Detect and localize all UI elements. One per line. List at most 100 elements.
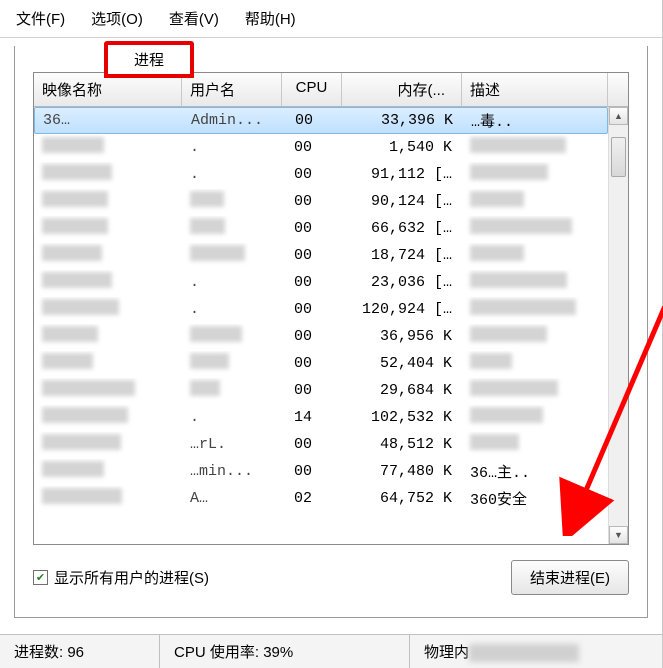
cell-mem: 33,396 K: [343, 110, 463, 131]
table-row[interactable]: .001,540 K: [34, 134, 608, 161]
table-row[interactable]: 36…Admin...0033,396 K…毒..: [34, 107, 608, 134]
cell-cpu: 00: [282, 434, 342, 455]
scroll-down-icon[interactable]: ▼: [609, 526, 628, 544]
scroll-thumb[interactable]: [611, 137, 626, 177]
cell-name: [34, 162, 182, 187]
col-header-mem[interactable]: 内存(...: [342, 73, 462, 106]
cell-desc: [462, 297, 608, 322]
checkbox-icon[interactable]: ✔: [33, 570, 48, 585]
cell-user: [182, 378, 282, 403]
cell-desc: [462, 243, 608, 268]
col-header-scroll: [608, 73, 628, 106]
col-header-cpu[interactable]: CPU: [282, 73, 342, 106]
cell-cpu: 00: [282, 353, 342, 374]
cell-cpu: 00: [282, 380, 342, 401]
status-process-count: 进程数: 96: [0, 635, 160, 668]
menu-options[interactable]: 选项(O): [87, 6, 147, 31]
table-row[interactable]: A…0264,752 K360安全: [34, 485, 608, 512]
cell-name: [34, 405, 182, 430]
process-table: 映像名称 用户名 CPU 内存(... 描述 36…Admin...0033,3…: [33, 72, 629, 545]
cell-user: .: [182, 137, 282, 158]
cell-mem: 120,924 […: [342, 299, 462, 320]
cell-desc: [462, 270, 608, 295]
table-row[interactable]: 0066,632 […: [34, 215, 608, 242]
status-bar: 进程数: 96 CPU 使用率: 39% 物理内: [0, 634, 662, 668]
table-row[interactable]: 0036,956 K: [34, 323, 608, 350]
cell-mem: 23,036 […: [342, 272, 462, 293]
cell-desc: [462, 378, 608, 403]
cell-mem: 102,532 K: [342, 407, 462, 428]
status-cpu-usage: CPU 使用率: 39%: [160, 635, 410, 668]
table-row[interactable]: 0018,724 […: [34, 242, 608, 269]
table-body: 36…Admin...0033,396 K…毒...001,540 K.0091…: [34, 107, 608, 544]
cell-desc: …毒..: [463, 108, 607, 133]
table-row[interactable]: 0090,124 […: [34, 188, 608, 215]
cell-user: [182, 324, 282, 349]
table-row[interactable]: 0029,684 K: [34, 377, 608, 404]
cell-name: [34, 243, 182, 268]
cell-cpu: 00: [282, 164, 342, 185]
cell-name: [34, 324, 182, 349]
cell-name: [34, 216, 182, 241]
cell-mem: 77,480 K: [342, 461, 462, 482]
table-row[interactable]: 0052,404 K: [34, 350, 608, 377]
cell-name: [34, 378, 182, 403]
cell-user: [182, 216, 282, 241]
task-manager-window: 文件(F) 选项(O) 查看(V) 帮助(H) 应用程序 进程 服务 性能 联网…: [0, 0, 663, 668]
cell-desc: [462, 405, 608, 430]
cell-cpu: 00: [283, 110, 343, 131]
show-all-users-checkbox[interactable]: ✔ 显示所有用户的进程(S): [33, 567, 209, 588]
cell-mem: 91,112 […: [342, 164, 462, 185]
cell-user: …rL.: [182, 434, 282, 455]
menu-file[interactable]: 文件(F): [12, 6, 69, 31]
cell-cpu: 00: [282, 191, 342, 212]
status-mem-usage: 物理内: [410, 635, 662, 668]
tab-processes[interactable]: 进程: [104, 41, 194, 78]
cell-user: .: [182, 407, 282, 428]
table-row[interactable]: .14102,532 K: [34, 404, 608, 431]
cell-cpu: 14: [282, 407, 342, 428]
cell-cpu: 00: [282, 137, 342, 158]
bottom-controls: ✔ 显示所有用户的进程(S) 结束进程(E): [33, 559, 629, 595]
cell-name: [34, 486, 182, 511]
cell-desc: [462, 135, 608, 160]
table-row[interactable]: …min...0077,480 K36…主..: [34, 458, 608, 485]
cell-user: .: [182, 299, 282, 320]
cell-desc: [462, 189, 608, 214]
menu-help[interactable]: 帮助(H): [241, 6, 300, 31]
cell-name: [34, 432, 182, 457]
cell-mem: 48,512 K: [342, 434, 462, 455]
table-row[interactable]: .0091,112 […: [34, 161, 608, 188]
cell-desc: [462, 162, 608, 187]
menu-view[interactable]: 查看(V): [165, 6, 223, 31]
cell-user: …min...: [182, 461, 282, 482]
cell-user: A…: [182, 488, 282, 509]
cell-name: [34, 189, 182, 214]
cell-mem: 90,124 […: [342, 191, 462, 212]
cell-user: Admin...: [183, 110, 283, 131]
cell-desc: [462, 324, 608, 349]
cell-name: [34, 297, 182, 322]
cell-cpu: 00: [282, 272, 342, 293]
cell-desc: [462, 216, 608, 241]
menubar: 文件(F) 选项(O) 查看(V) 帮助(H): [0, 0, 662, 38]
cell-cpu: 00: [282, 461, 342, 482]
cell-desc: [462, 351, 608, 376]
end-process-button[interactable]: 结束进程(E): [511, 560, 629, 595]
cell-desc: 36…主..: [462, 459, 608, 484]
table-row[interactable]: .0023,036 […: [34, 269, 608, 296]
cell-name: [34, 270, 182, 295]
col-header-user[interactable]: 用户名: [182, 73, 282, 106]
cell-user: .: [182, 272, 282, 293]
table-row[interactable]: .00120,924 […: [34, 296, 608, 323]
table-row[interactable]: …rL.0048,512 K: [34, 431, 608, 458]
cell-mem: 29,684 K: [342, 380, 462, 401]
scroll-up-icon[interactable]: ▲: [609, 107, 628, 125]
cell-name: [34, 459, 182, 484]
vertical-scrollbar[interactable]: ▲ ▼: [608, 107, 628, 544]
col-header-desc[interactable]: 描述: [462, 73, 608, 106]
cell-cpu: 00: [282, 299, 342, 320]
cell-user: .: [182, 164, 282, 185]
cell-name: 36…: [35, 110, 183, 131]
cell-user: [182, 243, 282, 268]
